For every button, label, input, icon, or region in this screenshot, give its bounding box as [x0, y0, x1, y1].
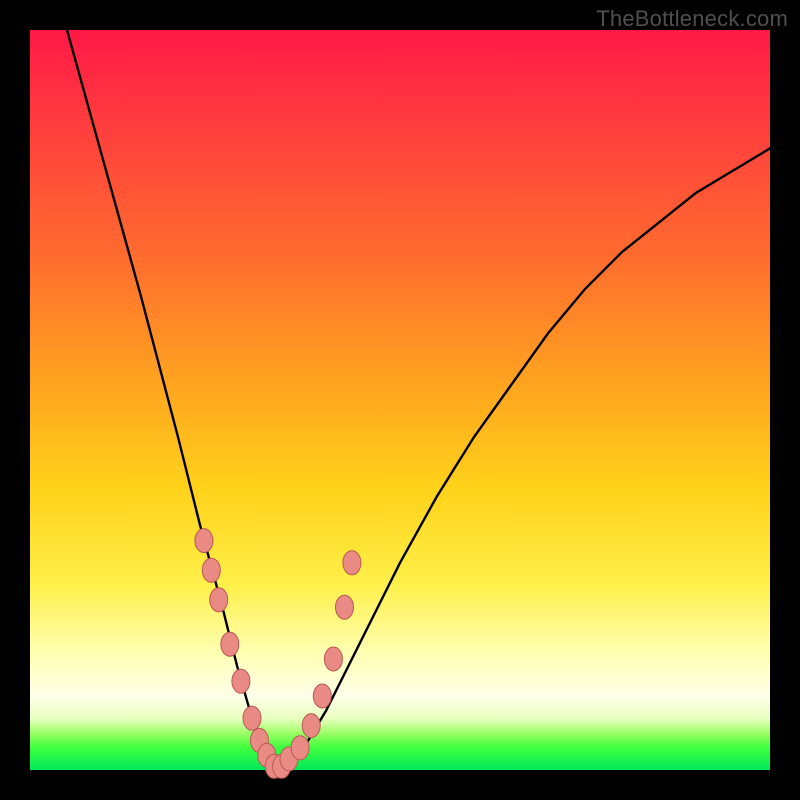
curve-marker	[324, 647, 342, 671]
curve-marker	[336, 595, 354, 619]
curve-marker	[243, 706, 261, 730]
outer-frame: TheBottleneck.com	[0, 0, 800, 800]
plot-area	[30, 30, 770, 770]
curve-marker	[221, 632, 239, 656]
curve-marker	[210, 588, 228, 612]
bottleneck-curve	[67, 30, 770, 770]
curve-marker	[232, 669, 250, 693]
curve-marker	[291, 736, 309, 760]
curve-marker	[343, 551, 361, 575]
curve-marker	[313, 684, 331, 708]
curve-marker	[302, 714, 320, 738]
curve-layer	[30, 30, 770, 770]
curve-marker	[195, 529, 213, 553]
watermark-text: TheBottleneck.com	[596, 6, 788, 32]
curve-marker	[202, 558, 220, 582]
